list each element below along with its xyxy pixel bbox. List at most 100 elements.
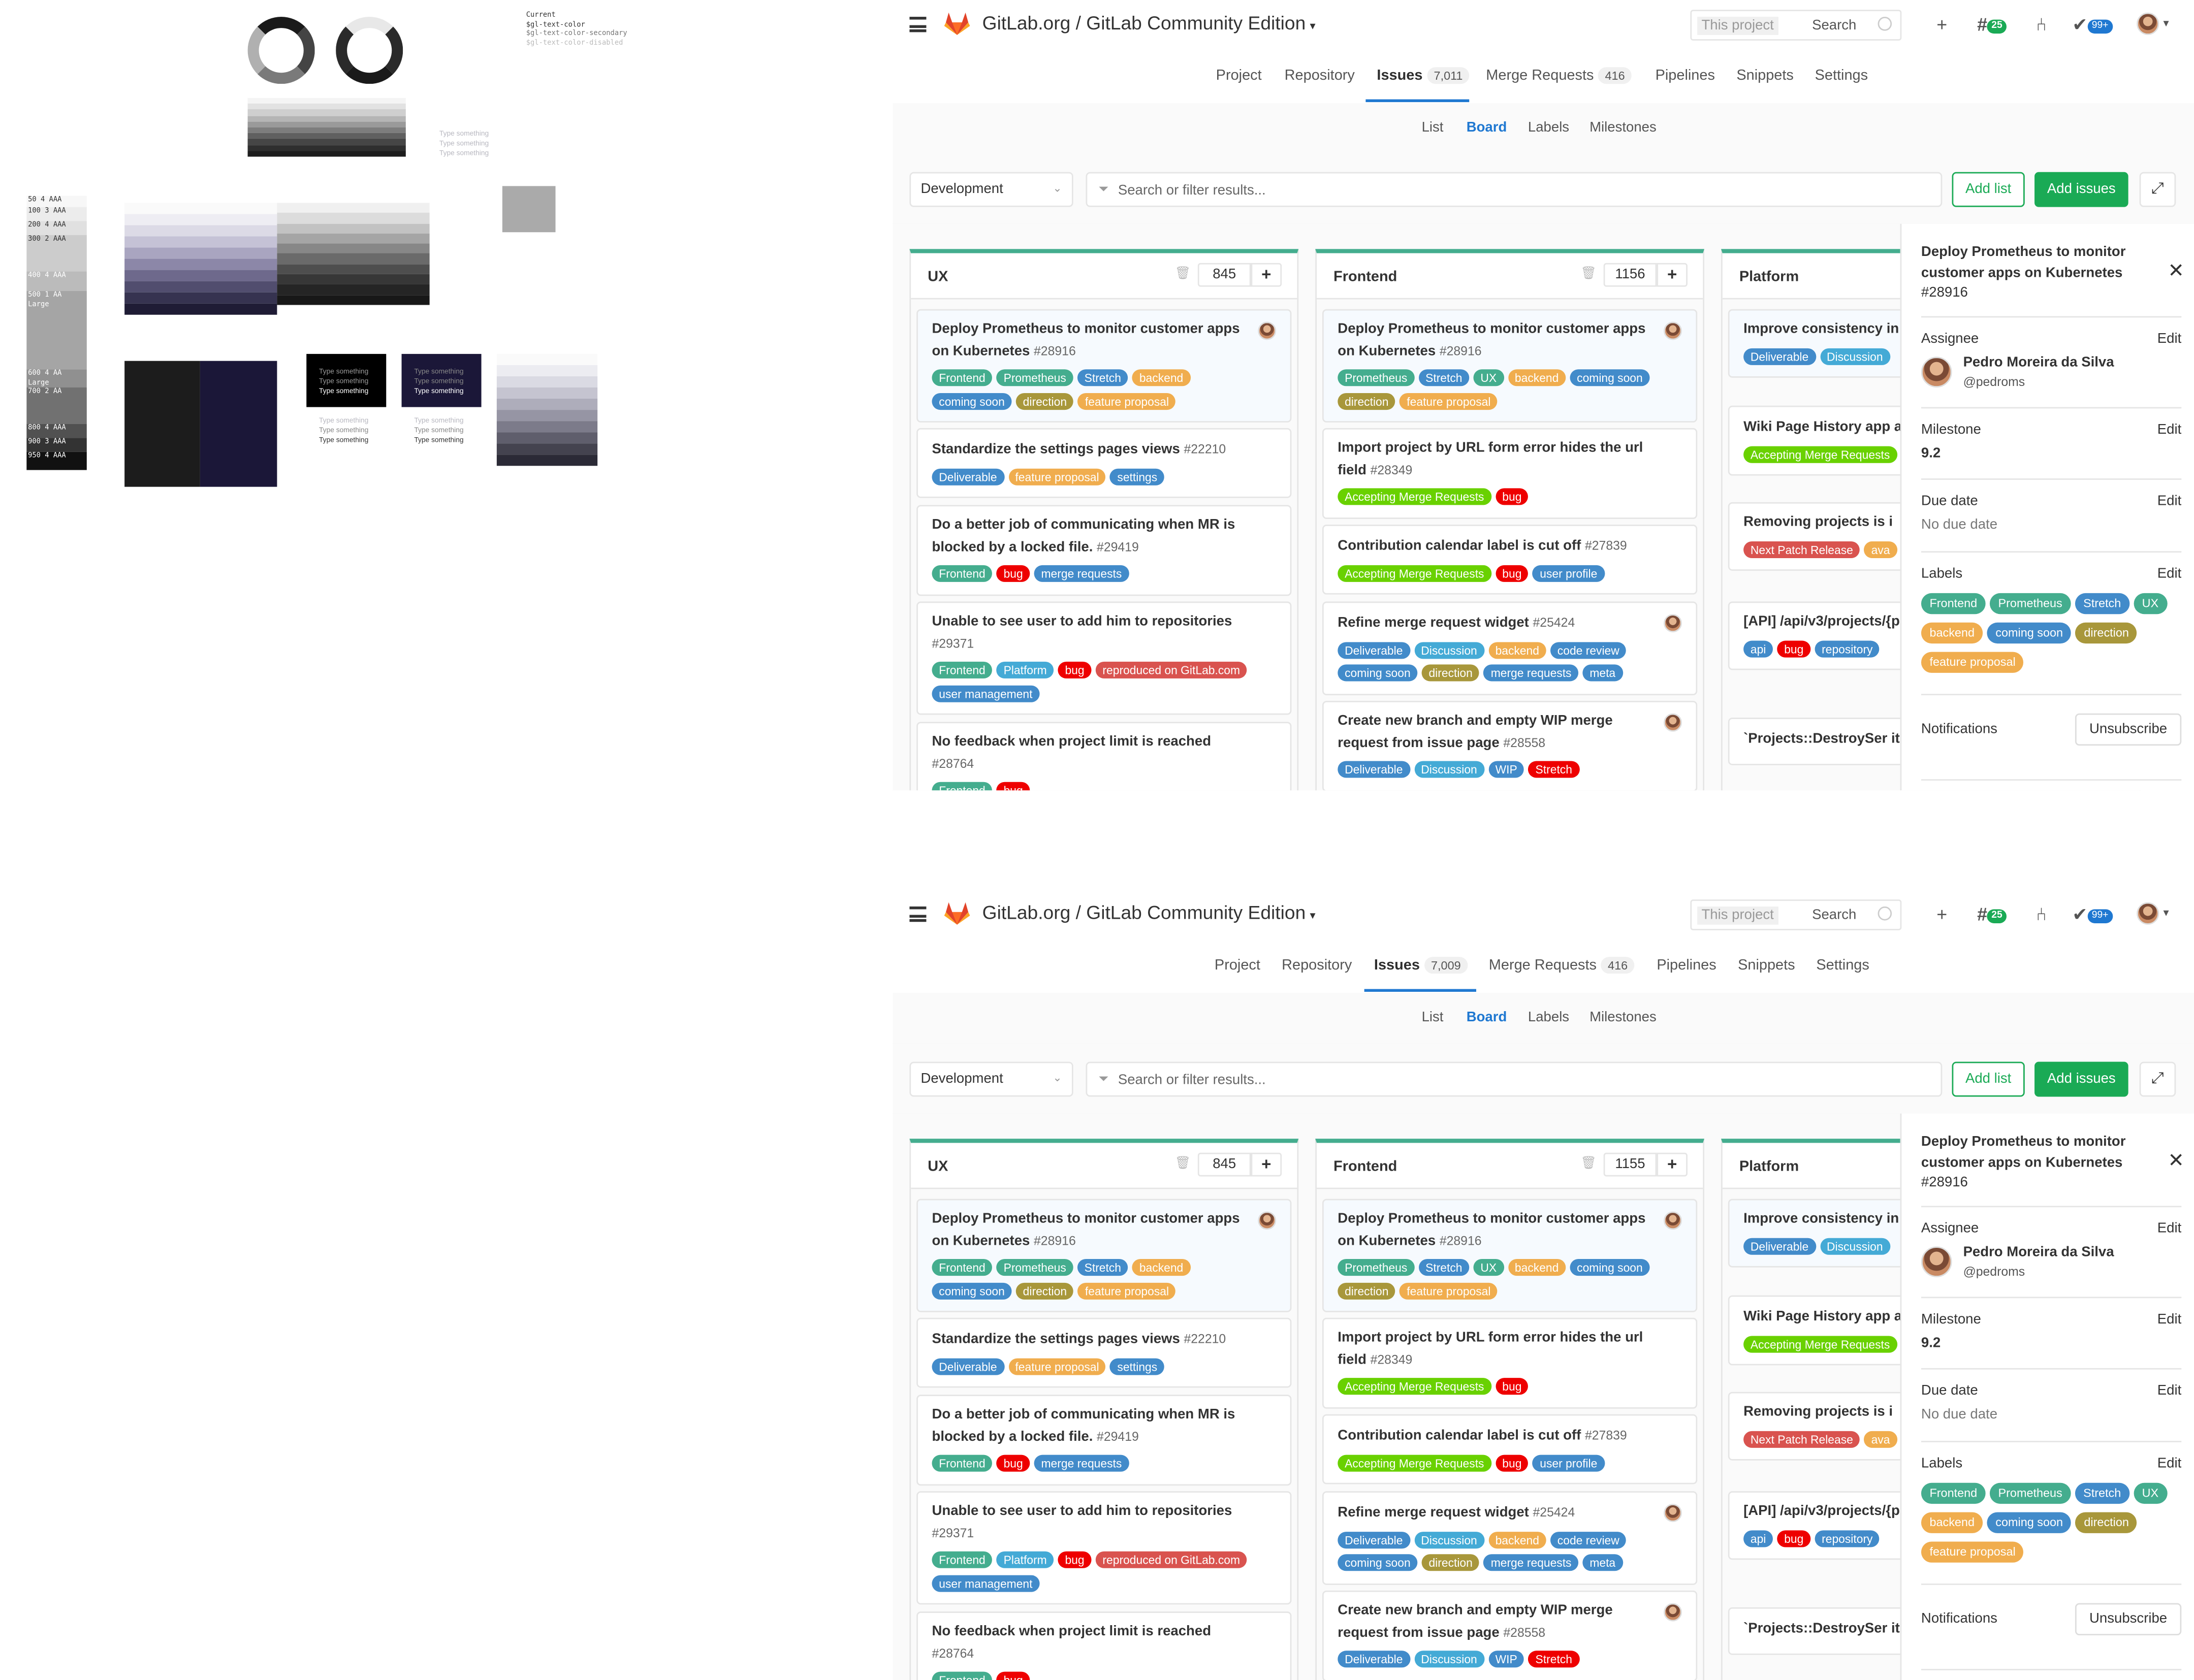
issue-card[interactable]: Contribution calendar label is cut off #… (1322, 1414, 1698, 1484)
issue-card[interactable]: Refine merge request widget #25424 Delive… (1322, 1491, 1698, 1585)
issue-title[interactable]: Import project by URL form error hides t… (1338, 1329, 1682, 1371)
filter-search-input[interactable]: ⏷ Search or filter results... (1086, 1061, 1943, 1097)
board-selector[interactable]: Development ⌄ (909, 1061, 1073, 1097)
edit-assignee-link[interactable]: Edit (2157, 332, 2181, 347)
assignee-avatar[interactable] (1664, 1603, 1682, 1622)
issue-card[interactable]: Create new branch and empty WIP merge re… (1322, 701, 1698, 791)
label-badge[interactable]: feature proposal (1008, 1358, 1106, 1375)
todo-icon[interactable]: #25 (1977, 14, 2007, 35)
plus-icon[interactable]: + (1936, 903, 1947, 924)
unsubscribe-button[interactable]: Unsubscribe (2075, 1603, 2182, 1636)
issue-title[interactable]: Unable to see user to add him to reposit… (932, 612, 1276, 655)
label-badge[interactable]: Discussion (1820, 1237, 1890, 1254)
label-badge[interactable]: Stretch (1077, 1259, 1128, 1276)
label-badge[interactable]: Stretch (1528, 1651, 1579, 1668)
label-badge[interactable]: Accepting Merge Requests (1338, 564, 1491, 581)
subnav-labels[interactable]: Labels (1528, 120, 1569, 136)
label-badge[interactable]: direction (1015, 392, 1074, 409)
trash-icon[interactable]: 🗑 (1175, 266, 1191, 281)
label-badge[interactable]: direction (1338, 1282, 1396, 1299)
issue-title[interactable]: Create new branch and empty WIP merge re… (1338, 712, 1682, 754)
add-issue-plus-icon[interactable]: + (1657, 1152, 1688, 1177)
tab-project[interactable]: Project (1215, 957, 1260, 974)
label-badge[interactable]: direction (1421, 1554, 1480, 1571)
edit-milestone-link[interactable]: Edit (2157, 423, 2181, 438)
label-badge[interactable]: backend (1921, 1512, 1983, 1533)
issue-title[interactable]: Create new branch and empty WIP merge re… (1338, 1602, 1682, 1644)
tab-settings[interactable]: Settings (1816, 957, 1869, 974)
label-badge[interactable]: Prometheus (1338, 1259, 1415, 1276)
label-badge[interactable]: Next Patch Release (1743, 1430, 1860, 1447)
issue-title[interactable]: Deploy Prometheus to monitor customer ap… (1338, 1210, 1682, 1252)
label-badge[interactable]: backend (1488, 1531, 1546, 1548)
label-badge[interactable]: user management (932, 685, 1040, 702)
label-badge[interactable]: feature proposal (1400, 392, 1498, 409)
label-badge[interactable]: Accepting Merge Requests (1338, 1378, 1491, 1395)
label-badge[interactable]: bug (1495, 564, 1529, 581)
label-badge[interactable]: Discussion (1414, 1531, 1484, 1548)
label-badge[interactable]: backend (1921, 622, 1983, 644)
issue-card[interactable]: Deploy Prometheus to monitor customer ap… (1322, 309, 1698, 423)
issue-card[interactable]: Deploy Prometheus to monitor customer ap… (916, 309, 1292, 423)
add-list-button[interactable]: Add list (1952, 172, 2025, 207)
label-badge[interactable]: feature proposal (1400, 1282, 1498, 1299)
label-badge[interactable]: backend (1132, 369, 1191, 386)
milestone-value[interactable]: 9.2 (1921, 446, 1941, 462)
edit-due-date-link[interactable]: Edit (2157, 494, 2181, 509)
merge-request-icon[interactable]: ⑃ (2036, 14, 2047, 35)
issues-check-icon[interactable]: ✔ 99+ (2072, 14, 2113, 37)
label-badge[interactable]: UX (2134, 1482, 2167, 1504)
chevron-down-icon[interactable]: ▾ (2163, 907, 2169, 919)
tab-pipelines[interactable]: Pipelines (1657, 957, 1716, 974)
subnav-list[interactable]: List (1422, 120, 1444, 136)
label-badge[interactable]: Deliverable (932, 1358, 1004, 1375)
edit-labels-link[interactable]: Edit (2157, 1456, 2181, 1471)
milestone-value[interactable]: 9.2 (1921, 1336, 1941, 1351)
fullscreen-icon[interactable]: ⤢ (2139, 172, 2176, 207)
subnav-milestones[interactable]: Milestones (1589, 120, 1657, 136)
label-badge[interactable]: Platform (996, 1551, 1054, 1568)
assignee-name[interactable]: Pedro Moreira da Silva (1963, 1245, 2114, 1261)
label-badge[interactable]: bug (1495, 1454, 1529, 1471)
issue-title[interactable]: Refine merge request widget #25424 (1338, 612, 1682, 634)
label-badge[interactable]: Discussion (1414, 761, 1484, 778)
label-badge[interactable]: direction (1338, 392, 1396, 409)
search-box[interactable]: This project Search (1690, 10, 1902, 41)
label-badge[interactable]: merge requests (1034, 565, 1129, 582)
label-badge[interactable]: UX (2134, 593, 2167, 615)
assignee-name[interactable]: Pedro Moreira da Silva (1963, 356, 2114, 371)
label-badge[interactable]: Stretch (2075, 1482, 2129, 1504)
label-badge[interactable]: Next Patch Release (1743, 540, 1860, 558)
label-badge[interactable]: Stretch (1077, 369, 1128, 386)
label-badge[interactable]: Accepting Merge Requests (1743, 1335, 1897, 1352)
subnav-labels[interactable]: Labels (1528, 1010, 1569, 1025)
label-badge[interactable]: coming soon (1338, 1554, 1418, 1571)
label-badge[interactable]: code review (1550, 1531, 1627, 1548)
label-badge[interactable]: backend (1508, 1259, 1566, 1276)
label-badge[interactable]: coming soon (932, 392, 1012, 409)
label-badge[interactable]: feature proposal (1078, 392, 1176, 409)
label-badge[interactable]: Prometheus (1989, 593, 2071, 615)
label-badge[interactable]: feature proposal (1008, 468, 1106, 485)
label-badge[interactable]: Discussion (1820, 347, 1890, 365)
issue-card[interactable]: Refine merge request widget #25424 Delive… (1322, 601, 1698, 695)
label-badge[interactable]: feature proposal (1921, 652, 2024, 673)
label-badge[interactable]: UX (1473, 1259, 1504, 1276)
subnav-list[interactable]: List (1422, 1010, 1444, 1025)
issue-card[interactable]: Deploy Prometheus to monitor customer ap… (916, 1199, 1292, 1312)
issue-card[interactable]: Do a better job of communicating when MR… (916, 505, 1292, 596)
filter-search-input[interactable]: ⏷ Search or filter results... (1086, 172, 1943, 207)
assignee-avatar[interactable] (1921, 357, 1952, 387)
add-list-button[interactable]: Add list (1952, 1061, 2025, 1097)
label-badge[interactable]: bug (1058, 1551, 1092, 1568)
todo-icon[interactable]: #25 (1977, 903, 2007, 925)
label-badge[interactable]: backend (1488, 641, 1546, 658)
label-badge[interactable]: coming soon (1570, 369, 1650, 386)
label-badge[interactable]: direction (2075, 1512, 2138, 1533)
label-badge[interactable]: Frontend (1921, 1482, 1986, 1504)
issue-card[interactable]: Do a better job of communicating when MR… (916, 1395, 1292, 1485)
label-badge[interactable]: bug (996, 1455, 1030, 1472)
label-badge[interactable]: Stretch (1418, 369, 1470, 386)
issue-title[interactable]: Do a better job of communicating when MR… (932, 516, 1276, 558)
label-badge[interactable]: backend (1132, 1259, 1191, 1276)
